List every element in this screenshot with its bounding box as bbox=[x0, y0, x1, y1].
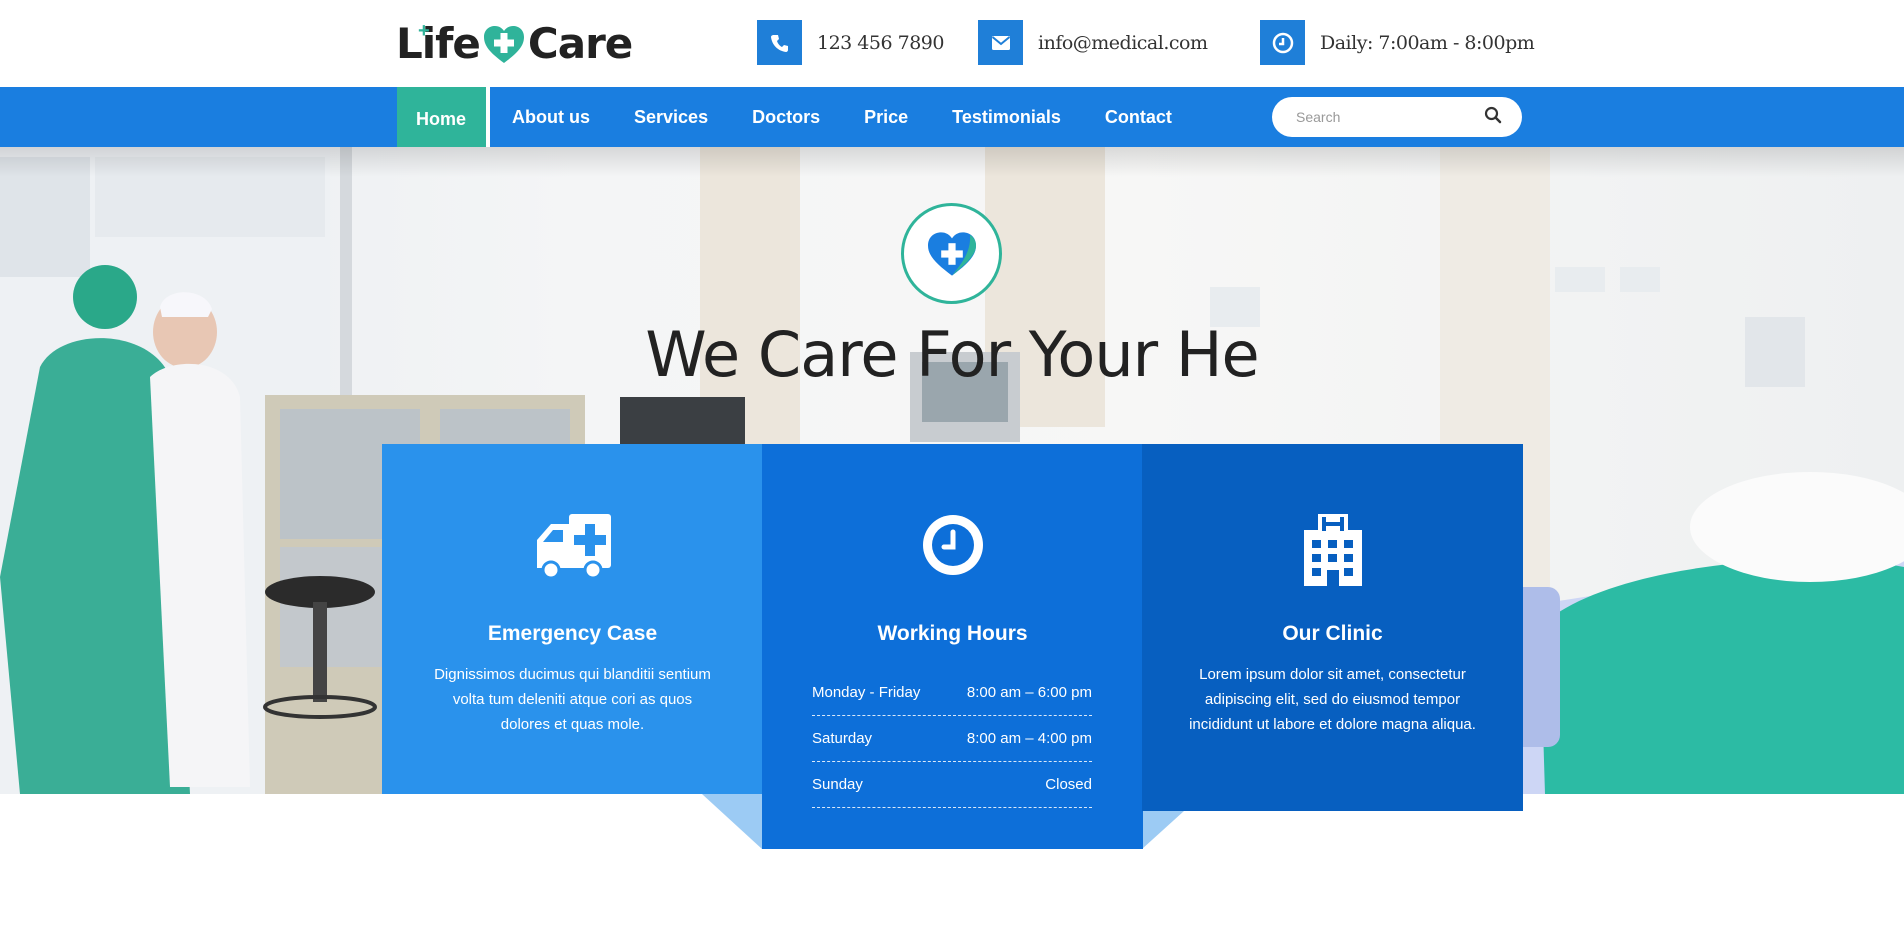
nav-item-services[interactable]: Services bbox=[612, 87, 730, 147]
hours-time: 8:00 am – 4:00 pm bbox=[966, 730, 1092, 747]
hours-time: 8:00 am – 6:00 pm bbox=[966, 684, 1092, 701]
hours-row: Saturday 8:00 am – 4:00 pm bbox=[812, 716, 1092, 762]
hours-day: Saturday bbox=[812, 730, 873, 747]
hours-row: Sunday Closed bbox=[812, 762, 1092, 808]
nav-item-home[interactable]: Home bbox=[397, 87, 491, 151]
clock-icon bbox=[1260, 20, 1305, 65]
hours-row: Monday - Friday 8:00 am – 6:00 pm bbox=[812, 670, 1092, 716]
card-decor-right bbox=[1142, 811, 1184, 849]
hours-day: Sunday bbox=[812, 776, 863, 793]
working-hours-table: Monday - Friday 8:00 am – 6:00 pm Saturd… bbox=[812, 670, 1092, 808]
nav-menu: Home About us Services Doctors Price Tes… bbox=[397, 87, 1194, 151]
navbar-shadow bbox=[0, 147, 1904, 177]
main-navbar: Home About us Services Doctors Price Tes… bbox=[0, 87, 1904, 151]
card-decor-left bbox=[702, 794, 762, 849]
search-input[interactable] bbox=[1296, 109, 1484, 125]
contact-phone: 123 456 7890 bbox=[757, 20, 944, 65]
contact-email: info@medical.com bbox=[978, 20, 1208, 65]
emergency-card-title: Emergency Case bbox=[487, 622, 658, 645]
working-hours-card-title: Working Hours bbox=[877, 622, 1028, 645]
logo-plus-accent: + bbox=[418, 20, 430, 42]
search-icon[interactable] bbox=[1484, 106, 1502, 129]
nav-item-about[interactable]: About us bbox=[490, 87, 612, 147]
emergency-card-text: Dignissimos ducimus qui blanditii sentiu… bbox=[434, 666, 711, 733]
nav-item-testimonials[interactable]: Testimonials bbox=[930, 87, 1083, 147]
search-box bbox=[1272, 97, 1522, 137]
envelope-icon bbox=[978, 20, 1023, 65]
logo-text-left: Life bbox=[396, 18, 481, 68]
contact-hours: Daily: 7:00am - 8:00pm bbox=[1260, 20, 1535, 65]
heart-plus-logo-icon bbox=[483, 26, 524, 63]
nav-item-contact[interactable]: Contact bbox=[1083, 87, 1194, 147]
hospital-icon bbox=[1142, 512, 1523, 586]
hero-title: We Care For Your He bbox=[645, 318, 1259, 391]
working-hours-card: Working Hours Monday - Friday 8:00 am – … bbox=[762, 444, 1143, 849]
top-header: Life Care + 123 456 7890 info@medical.co… bbox=[0, 0, 1904, 87]
ambulance-icon bbox=[382, 512, 763, 584]
hours-time: Closed bbox=[1045, 776, 1092, 793]
our-clinic-card-title: Our Clinic bbox=[1282, 622, 1383, 645]
emergency-card: Emergency Case Dignissimos ducimus qui b… bbox=[382, 444, 763, 794]
our-clinic-card: Our Clinic Lorem ipsum dolor sit amet, c… bbox=[1142, 444, 1523, 811]
hours-day: Monday - Friday bbox=[812, 684, 921, 701]
email-address[interactable]: info@medical.com bbox=[1038, 32, 1208, 54]
opening-hours: Daily: 7:00am - 8:00pm bbox=[1320, 31, 1535, 54]
our-clinic-card-text: Lorem ipsum dolor sit amet, consectetur … bbox=[1189, 666, 1476, 733]
phone-number[interactable]: 123 456 7890 bbox=[817, 32, 944, 54]
clock-icon bbox=[762, 512, 1143, 584]
heart-plus-icon bbox=[901, 203, 1002, 304]
nav-item-doctors[interactable]: Doctors bbox=[730, 87, 842, 147]
nav-item-price[interactable]: Price bbox=[842, 87, 930, 147]
site-logo[interactable]: Life Care bbox=[396, 18, 633, 68]
logo-text-right: Care bbox=[527, 18, 633, 68]
phone-icon bbox=[757, 20, 802, 65]
